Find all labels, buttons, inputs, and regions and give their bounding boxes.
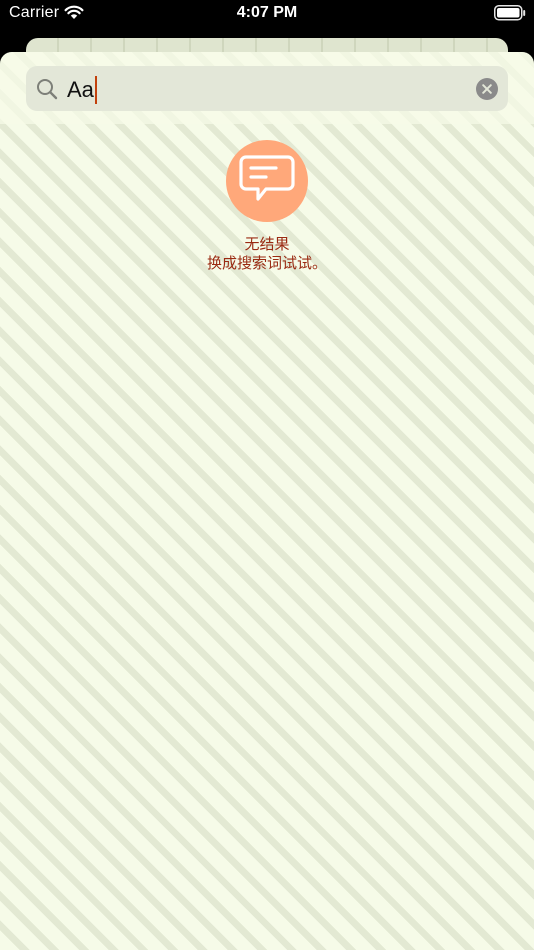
search-input[interactable]: Aa <box>67 76 97 104</box>
clear-icon <box>482 84 492 94</box>
search-sheet: Aa 无结果 换成搜索词试试。 <box>0 52 534 950</box>
empty-state-subtitle: 换成搜索词试试。 <box>206 254 327 272</box>
status-bar: Carrier 4:07 PM <box>0 0 534 30</box>
status-time: 4:07 PM <box>236 4 298 21</box>
search-input-text: Aa <box>67 77 94 102</box>
empty-state-icon <box>226 140 308 222</box>
search-icon <box>37 79 58 100</box>
empty-state-title: 无结果 <box>244 235 290 253</box>
battery-icon <box>494 5 526 21</box>
text-cursor <box>94 76 97 104</box>
search-field[interactable]: Aa <box>26 66 508 111</box>
search-header: Aa <box>0 52 534 124</box>
chat-bubble-icon <box>239 155 295 201</box>
clear-search-button[interactable] <box>476 78 498 100</box>
